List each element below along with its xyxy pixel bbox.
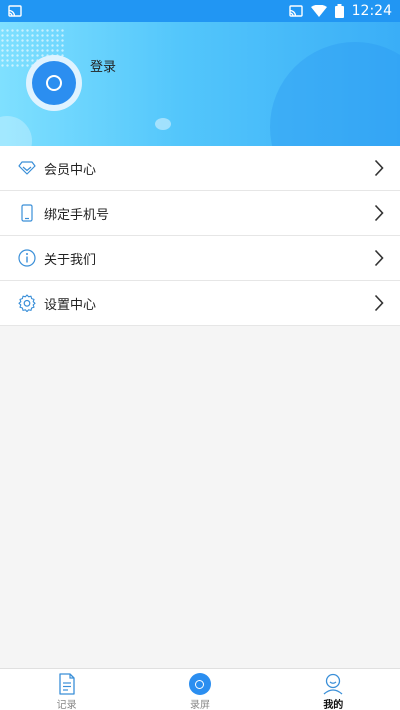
menu-item-membership[interactable]: 会员中心	[0, 146, 400, 191]
chevron-right-icon	[374, 204, 384, 226]
tab-label: 记录	[56, 700, 77, 710]
avatar[interactable]	[26, 55, 82, 111]
header-decoration-circle	[0, 116, 32, 146]
bottom-tab-bar: 记录 录屏 我的	[0, 668, 400, 710]
menu-item-settings[interactable]: 设置中心	[0, 281, 400, 326]
profile-header: 登录	[0, 22, 400, 146]
diamond-icon	[18, 159, 36, 177]
status-time: 12:24	[351, 3, 392, 19]
tab-records[interactable]: 记录	[0, 669, 133, 710]
battery-icon	[334, 4, 344, 18]
menu-item-label: 绑定手机号	[44, 207, 110, 223]
chevron-right-icon	[374, 249, 384, 271]
menu-item-label: 关于我们	[44, 252, 97, 268]
cast-icon	[288, 5, 303, 17]
record-icon	[188, 673, 211, 695]
login-link[interactable]: 登录	[90, 56, 116, 75]
wifi-icon	[310, 5, 327, 17]
avatar-icon	[32, 61, 76, 105]
chevron-right-icon	[374, 294, 384, 316]
info-icon	[18, 249, 36, 267]
settings-menu: 会员中心 绑定手机号 关于我们 设置中心	[0, 146, 400, 326]
menu-item-label: 设置中心	[44, 297, 97, 313]
menu-item-bind-phone[interactable]: 绑定手机号	[0, 191, 400, 236]
header-decoration-circle	[155, 118, 171, 130]
user-icon	[322, 673, 344, 695]
tab-label: 我的	[323, 700, 344, 710]
phone-icon	[18, 204, 36, 222]
menu-item-label: 会员中心	[44, 162, 97, 178]
cast-icon	[8, 5, 22, 17]
document-icon	[58, 673, 76, 695]
tab-mine[interactable]: 我的	[267, 669, 400, 710]
header-decoration-circle	[270, 42, 400, 146]
tab-label: 录屏	[189, 700, 210, 710]
gear-icon	[18, 294, 36, 312]
tab-record-screen[interactable]: 录屏	[133, 669, 266, 710]
chevron-right-icon	[374, 159, 384, 181]
status-bar: 12:24	[0, 0, 400, 22]
menu-item-about[interactable]: 关于我们	[0, 236, 400, 281]
